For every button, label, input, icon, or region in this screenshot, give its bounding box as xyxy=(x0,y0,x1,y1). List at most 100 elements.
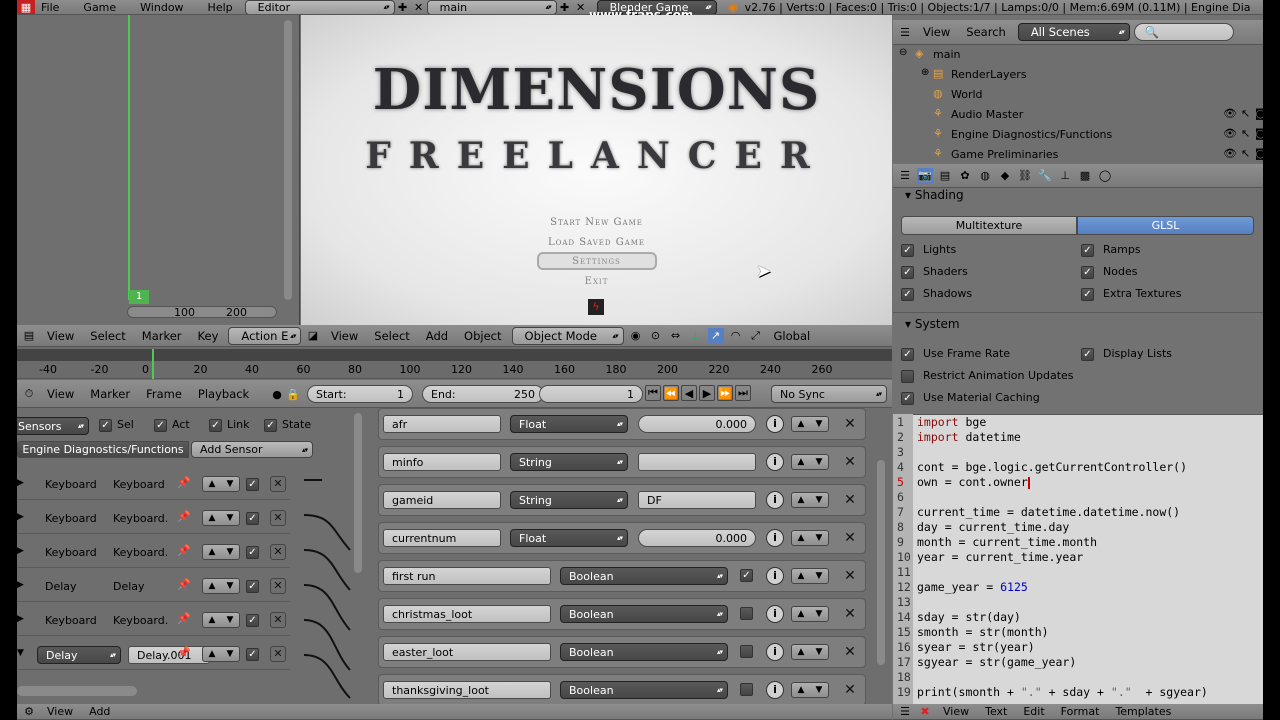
pin-icon[interactable]: 📌 xyxy=(177,510,191,523)
expand-icon[interactable]: ▶ xyxy=(17,546,24,556)
jump-start-icon[interactable]: ⏮ xyxy=(645,385,661,401)
visibility-eye-icon[interactable]: 👁 xyxy=(1223,127,1237,140)
property-type-select[interactable]: String xyxy=(510,491,628,509)
property-move-arrows[interactable]: ▲ ▼ xyxy=(791,492,829,508)
menu-marker-tl[interactable]: Marker xyxy=(84,387,136,401)
property-name-field[interactable]: gameid xyxy=(383,491,501,509)
up-arrow-icon[interactable]: ▲ xyxy=(203,613,221,627)
property-bool-checkbox[interactable] xyxy=(740,683,753,696)
menu-view[interactable]: View xyxy=(41,329,80,343)
sensor-row[interactable]: ▶ Keyboard Keyboard. 📌 ▲ ▼ ✓ ✕ xyxy=(17,504,290,534)
down-arrow-icon[interactable]: ▼ xyxy=(810,493,828,507)
prev-keyframe-icon[interactable]: ⏪ xyxy=(663,385,679,401)
visibility-eye-icon[interactable]: 👁 xyxy=(1223,147,1237,160)
view3d-type-icon[interactable]: ◪ xyxy=(305,328,321,344)
outliner-search-input[interactable]: 🔍 xyxy=(1133,23,1234,41)
jump-end-icon[interactable]: ⏭ xyxy=(735,385,751,401)
pin-icon[interactable]: 📌 xyxy=(177,646,191,659)
property-name-field[interactable]: first run xyxy=(383,567,551,585)
action-editor-select[interactable]: Action E xyxy=(228,326,301,345)
property-type-select[interactable]: Float xyxy=(510,529,628,547)
info-icon[interactable]: i xyxy=(766,681,784,699)
property-move-arrows[interactable]: ▲ ▼ xyxy=(791,644,829,660)
down-arrow-icon[interactable]: ▼ xyxy=(221,579,239,593)
remove-sensor-icon[interactable]: ✕ xyxy=(270,544,286,560)
up-arrow-icon[interactable]: ▲ xyxy=(792,493,810,507)
menu-view-tl[interactable]: View xyxy=(41,387,80,401)
move-arrows[interactable]: ▲ ▼ xyxy=(202,612,240,628)
property-move-arrows[interactable]: ▲ ▼ xyxy=(791,454,829,470)
rotate-icon[interactable]: ◠ xyxy=(728,328,744,344)
down-arrow-icon[interactable]: ▼ xyxy=(810,569,828,583)
menu-select-3d[interactable]: Select xyxy=(368,329,415,343)
option-checkbox[interactable]: ✓ xyxy=(1081,348,1094,361)
up-arrow-icon[interactable]: ▲ xyxy=(203,545,221,559)
up-arrow-icon[interactable]: ▲ xyxy=(792,683,810,697)
remove-sensor-icon[interactable]: ✕ xyxy=(270,510,286,526)
outliner-item[interactable]: Engine Diagnostics/Functions xyxy=(951,128,1112,141)
remove-property-icon[interactable]: ✕ xyxy=(842,682,858,698)
property-name-field[interactable]: minfo xyxy=(383,453,501,471)
property-bool-checkbox[interactable]: ✓ xyxy=(740,569,753,582)
editor-type-icon[interactable]: ▤ xyxy=(21,328,37,344)
add-sensor-select[interactable]: Add Sensor xyxy=(191,441,313,458)
menu-add-3d[interactable]: Add xyxy=(420,329,454,343)
up-arrow-icon[interactable]: ▲ xyxy=(203,647,221,661)
outliner-item[interactable]: Audio Master xyxy=(951,108,1023,121)
layers-icon[interactable]: ⇔ xyxy=(668,328,684,344)
menu-exit[interactable]: Exit xyxy=(301,276,892,287)
menu-view-text[interactable]: View xyxy=(937,705,975,718)
menu-window[interactable]: Window xyxy=(134,1,201,14)
menu-view-outliner[interactable]: View xyxy=(917,25,956,39)
down-arrow-icon[interactable]: ▼ xyxy=(810,683,828,697)
up-arrow-icon[interactable]: ▲ xyxy=(792,417,810,431)
down-arrow-icon[interactable]: ▼ xyxy=(810,531,828,545)
menu-help[interactable]: Help xyxy=(202,1,245,14)
sync-select[interactable]: No Sync xyxy=(771,385,887,403)
up-arrow-icon[interactable]: ▲ xyxy=(792,645,810,659)
render-camera-icon[interactable]: ◙ xyxy=(1255,127,1263,140)
property-type-select[interactable]: Boolean xyxy=(560,567,728,585)
info-icon[interactable]: i xyxy=(766,567,784,585)
sensor-active-checkbox[interactable]: ✓ xyxy=(246,648,259,661)
move-arrows[interactable]: ▲ ▼ xyxy=(202,476,240,492)
properties-scrollbar[interactable] xyxy=(877,460,885,665)
sensor-row[interactable]: ▶ Keyboard Keyboard 📌 ▲ ▼ ✓ ✕ xyxy=(17,470,290,500)
vertical-scrollbar[interactable] xyxy=(284,20,292,300)
menu-frame-tl[interactable]: Frame xyxy=(140,387,188,401)
info-icon[interactable]: i xyxy=(766,605,784,623)
sensor-row[interactable]: ▶ Keyboard Keyboard. 📌 ▲ ▼ ✓ ✕ xyxy=(17,606,290,636)
expand-icon[interactable]: ▶ xyxy=(17,478,24,488)
move-arrows[interactable]: ▲ ▼ xyxy=(202,544,240,560)
collapse-icon[interactable]: ▼ xyxy=(17,648,24,658)
property-name-field[interactable]: christmas_loot xyxy=(383,605,551,623)
sensor-row[interactable]: ▶ Keyboard Keyboard. 📌 ▲ ▼ ✓ ✕ xyxy=(17,538,290,568)
option-checkbox[interactable]: ✓ xyxy=(901,266,914,279)
sensors-filter-select[interactable]: Sensors xyxy=(17,417,89,435)
orientation-label[interactable]: Global xyxy=(768,329,817,343)
down-arrow-icon[interactable]: ▼ xyxy=(810,455,828,469)
property-value-field[interactable]: 0.000 xyxy=(638,415,756,433)
down-arrow-icon[interactable]: ▼ xyxy=(810,607,828,621)
menu-search-outliner[interactable]: Search xyxy=(960,25,1012,39)
sensor-name-label[interactable]: Keyboard. xyxy=(113,546,168,559)
object-tab-icon[interactable]: ◆ xyxy=(997,168,1013,184)
down-arrow-icon[interactable]: ▼ xyxy=(810,645,828,659)
remove-sensor-icon[interactable]: ✕ xyxy=(270,476,286,492)
expand-icon[interactable]: ▶ xyxy=(17,580,24,590)
expand-icon[interactable]: ▶ xyxy=(17,614,24,624)
menu-add-bottom[interactable]: Add xyxy=(83,705,116,718)
remove-sensor-icon[interactable]: ✕ xyxy=(270,578,286,594)
info-icon[interactable]: i xyxy=(766,415,784,433)
render-camera-icon[interactable]: ◙ xyxy=(1255,147,1263,160)
property-type-select[interactable]: Boolean xyxy=(560,605,728,623)
tab-glsl[interactable]: GLSL xyxy=(1077,216,1254,235)
down-arrow-icon[interactable]: ▼ xyxy=(221,545,239,559)
add-screen-icon[interactable]: ✚ xyxy=(395,0,411,14)
remove-screen-icon[interactable]: ✕ xyxy=(411,0,427,14)
sensor-type-select[interactable]: Delay xyxy=(37,646,121,664)
property-name-field[interactable]: thanksgiving_loot xyxy=(383,681,551,699)
up-arrow-icon[interactable]: ▲ xyxy=(792,455,810,469)
property-name-field[interactable]: afr xyxy=(383,415,501,433)
filter-checkbox[interactable]: ✓ xyxy=(264,419,277,432)
